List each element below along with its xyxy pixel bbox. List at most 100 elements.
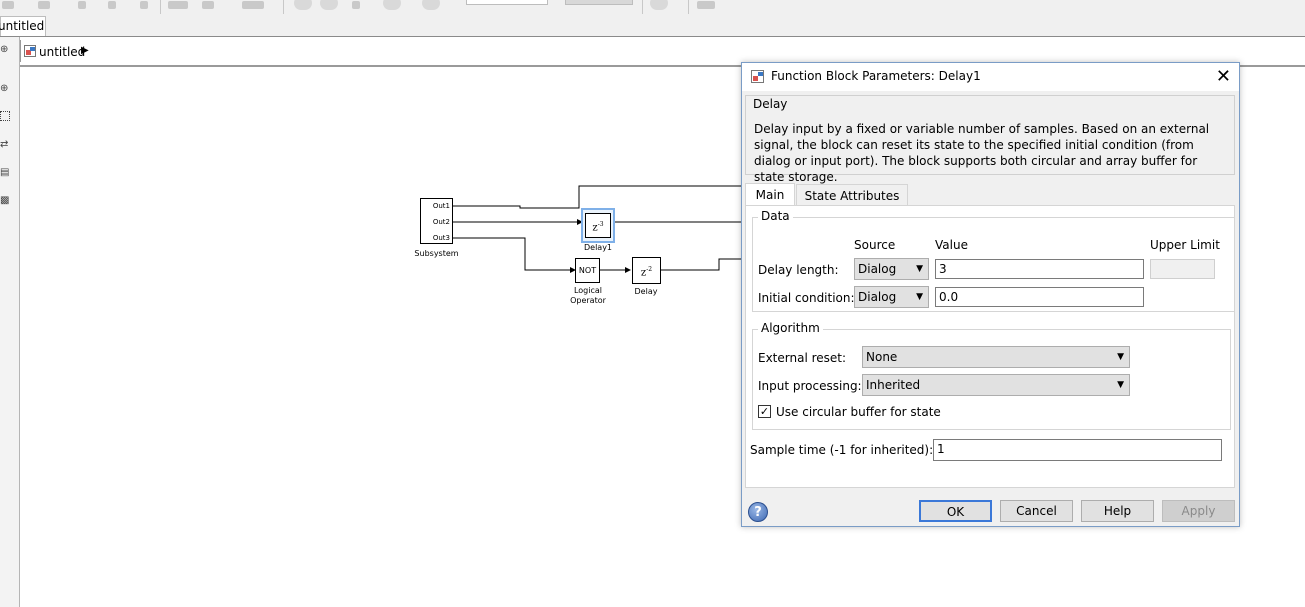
- model-tab[interactable]: untitled: [0, 16, 46, 36]
- chevron-down-icon: ▼: [1117, 380, 1124, 390]
- external-reset-select[interactable]: None ▼: [862, 346, 1130, 368]
- tab-main-label: Main: [755, 188, 785, 202]
- initial-condition-source-select[interactable]: Dialog ▼: [854, 286, 929, 308]
- new-icon[interactable]: [2, 1, 14, 9]
- logical-operator-label: Logical Operator: [566, 286, 610, 306]
- delay-length-value-field[interactable]: 3: [935, 259, 1144, 279]
- apply-button[interactable]: Apply: [1162, 500, 1235, 522]
- delay1-exponent: -3: [597, 221, 604, 228]
- annotation-icon[interactable]: ▤: [0, 167, 11, 178]
- close-icon[interactable]: ✕: [1216, 66, 1231, 87]
- tab-state-attributes-label: State Attributes: [804, 189, 900, 203]
- stop-time-field[interactable]: [466, 0, 548, 5]
- step-forward-icon[interactable]: [352, 1, 360, 9]
- logical-operator-text: NOT: [578, 266, 597, 275]
- redo-icon[interactable]: [108, 1, 116, 9]
- data-group-legend: Data: [758, 209, 793, 223]
- hide-explorer-icon[interactable]: ⊕: [0, 44, 11, 55]
- logical-operator-label-line1: Logical: [573, 286, 603, 295]
- input-processing-label: Input processing:: [758, 379, 862, 393]
- column-source-header: Source: [854, 238, 896, 252]
- scope-icon[interactable]: [697, 1, 715, 9]
- library-browser-icon[interactable]: [168, 1, 188, 9]
- stop-icon[interactable]: [383, 0, 401, 10]
- help-button[interactable]: Help: [1081, 500, 1154, 522]
- delay-length-value: 3: [939, 262, 947, 276]
- sample-time-value: 1: [937, 442, 945, 456]
- initial-condition-label: Initial condition:: [758, 291, 855, 305]
- run-icon[interactable]: [320, 0, 338, 10]
- algorithm-group: Algorithm External reset: None ▼ Input p…: [752, 321, 1231, 430]
- model-icon: [24, 45, 36, 57]
- subsystem-label: Subsystem: [414, 249, 459, 258]
- block-parameters-dialog: Function Block Parameters: Delay1 ✕ Dela…: [741, 62, 1240, 527]
- chevron-down-icon: ▼: [916, 292, 923, 302]
- apply-button-label: Apply: [1181, 504, 1216, 518]
- sample-time-label: Sample time (-1 for inherited):: [750, 443, 934, 457]
- zoom-icon[interactable]: ⊕: [0, 83, 11, 94]
- external-reset-value: None: [866, 350, 898, 364]
- breadcrumb-arrow-icon[interactable]: ▶: [81, 45, 89, 56]
- simulation-mode-select[interactable]: [565, 0, 633, 5]
- record-icon[interactable]: [422, 0, 440, 10]
- algorithm-group-legend: Algorithm: [758, 321, 823, 335]
- dialog-title: Function Block Parameters: Delay1: [771, 69, 981, 83]
- delay-block[interactable]: z-2: [632, 257, 661, 284]
- circular-buffer-label: Use circular buffer for state: [776, 405, 941, 419]
- tool-palette: ⊕ ⊕ ⇄ ▤ ▩: [0, 37, 20, 607]
- help-button-label: Help: [1103, 504, 1132, 518]
- subsystem-block[interactable]: Out1 Out2 Out3: [420, 198, 453, 244]
- subsystem-port-out3: Out3: [432, 234, 450, 242]
- upper-limit-field: [1150, 259, 1215, 279]
- toolbar: [0, 0, 1305, 16]
- block-type-name: Delay: [753, 97, 788, 111]
- column-upper-limit-header: Upper Limit: [1150, 238, 1220, 252]
- chevron-down-icon: ▼: [1117, 352, 1124, 362]
- delay-exponent: -2: [646, 266, 653, 273]
- block-description: Delay input by a fixed or variable numbe…: [754, 122, 1210, 184]
- cancel-button-label: Cancel: [1016, 504, 1057, 518]
- delay1-label: Delay1: [583, 243, 613, 252]
- delay-length-label: Delay length:: [758, 263, 839, 277]
- logical-operator-label-line2: Operator: [570, 296, 606, 305]
- dialog-title-bar[interactable]: Function Block Parameters: Delay1 ✕: [742, 63, 1239, 91]
- arrow-icon[interactable]: ⇄: [0, 139, 11, 150]
- external-reset-label: External reset:: [758, 351, 847, 365]
- model-explorer-icon[interactable]: [140, 1, 148, 9]
- help-icon[interactable]: ?: [748, 502, 768, 522]
- initial-condition-value: 0.0: [939, 290, 959, 304]
- input-processing-select[interactable]: Inherited ▼: [862, 374, 1130, 396]
- fit-to-view-icon[interactable]: [0, 111, 10, 121]
- circular-buffer-checkbox[interactable]: ✓: [758, 405, 771, 418]
- undo-icon[interactable]: [78, 1, 86, 9]
- ok-button[interactable]: OK: [919, 500, 992, 522]
- initial-condition-source-value: Dialog: [858, 290, 897, 304]
- model-tab-row: untitled: [0, 15, 1305, 37]
- breadcrumb-model[interactable]: untitled: [39, 45, 85, 59]
- delay-label: Delay: [634, 287, 658, 296]
- logical-operator-block[interactable]: NOT: [575, 258, 600, 283]
- delay-length-source-select[interactable]: Dialog ▼: [854, 258, 929, 280]
- delay-length-source-value: Dialog: [858, 262, 897, 276]
- image-icon[interactable]: ▩: [0, 195, 11, 206]
- column-value-header: Value: [935, 238, 968, 252]
- data-group: Data Source Value Upper Limit Delay leng…: [752, 209, 1235, 312]
- debug-icon[interactable]: [650, 0, 668, 10]
- input-processing-value: Inherited: [866, 378, 921, 392]
- subsystem-port-out2: Out2: [432, 218, 450, 226]
- tab-state-attributes[interactable]: State Attributes: [796, 184, 908, 205]
- description-panel: Delay Delay input by a fixed or variable…: [745, 95, 1235, 184]
- save-icon[interactable]: [38, 1, 50, 9]
- cancel-button[interactable]: Cancel: [1000, 500, 1073, 522]
- model-tab-label: untitled: [0, 19, 45, 33]
- tab-main[interactable]: Main: [745, 183, 795, 205]
- settings-icon[interactable]: [202, 1, 214, 9]
- sample-time-field[interactable]: 1: [933, 439, 1222, 461]
- initial-condition-value-field[interactable]: 0.0: [935, 287, 1144, 307]
- step-back-icon[interactable]: [294, 0, 312, 10]
- model-config-icon[interactable]: [242, 1, 264, 9]
- delay1-block[interactable]: z-3: [585, 213, 611, 238]
- breadcrumb: untitled ▶: [20, 40, 1305, 62]
- chevron-down-icon: ▼: [916, 264, 923, 274]
- ok-button-label: OK: [946, 505, 965, 519]
